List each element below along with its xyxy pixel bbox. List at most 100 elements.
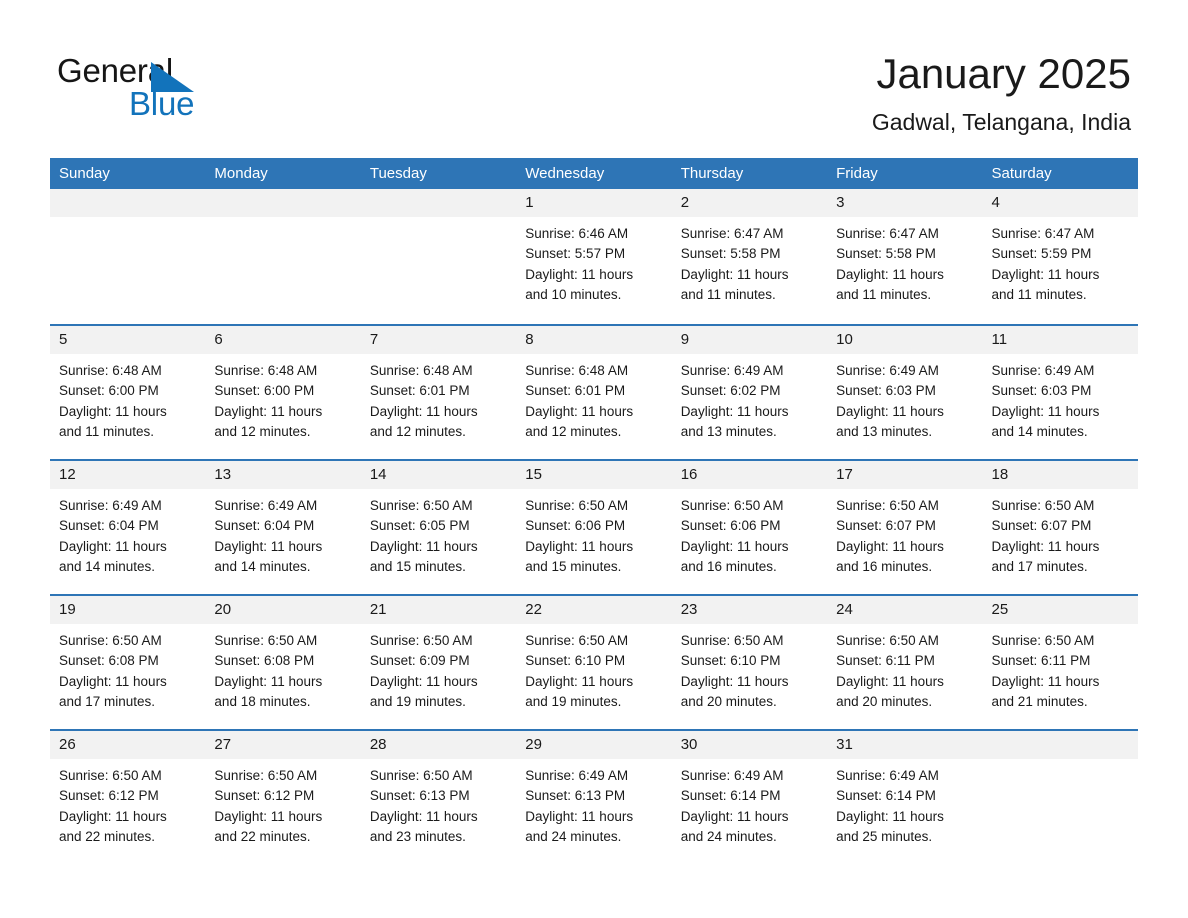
day-number: 8 <box>525 331 534 348</box>
day-info-line: and 13 minutes. <box>836 423 933 439</box>
day-sun-info: Sunrise: 6:48 AM Sunset: 6:01 PM Daylight:… <box>516 354 671 442</box>
day-number: 24 <box>836 601 853 618</box>
day-info-line: Sunset: 6:02 PM <box>680 383 781 399</box>
day-sun-info: Sunrise: 6:50 AM Sunset: 6:12 PM Daylight:… <box>50 759 205 847</box>
calendar-day-cell[interactable]: 14 Sunrise: 6:50 AM Sunset: 6:05 PM Dayligh… <box>360 461 517 594</box>
day-info-line: Sunset: 6:14 PM <box>836 788 936 804</box>
day-info-line: Sunset: 6:07 PM <box>991 518 1092 534</box>
day-info-line: Daylight: 11 hours <box>525 808 634 824</box>
calendar-day-cell[interactable]: 6 Sunrise: 6:48 AM Sunset: 6:00 PM Daylight… <box>205 326 361 459</box>
day-number: 20 <box>214 601 232 618</box>
calendar-day-cell[interactable]: 13 Sunrise: 6:49 AM Sunset: 6:04 PM Dayligh… <box>205 461 361 594</box>
day-info-line: Sunset: 6:10 PM <box>680 653 781 669</box>
calendar-day-cell[interactable]: 8 Sunrise: 6:48 AM Sunset: 6:01 PM Daylight… <box>516 326 672 459</box>
day-number-band: 25 <box>982 596 1138 624</box>
day-info-line: Sunset: 6:00 PM <box>214 383 315 399</box>
day-number: 12 <box>59 466 76 483</box>
day-info-line: Daylight: 11 hours <box>991 673 1100 689</box>
day-info-line: Daylight: 11 hours <box>991 403 1100 419</box>
day-info-line: and 19 minutes. <box>369 693 466 709</box>
day-sun-info: Sunrise: 6:48 AM Sunset: 6:00 PM Daylight:… <box>50 354 205 442</box>
day-info-line: Sunset: 6:00 PM <box>59 383 159 399</box>
calendar-day-cell[interactable]: 9 Sunrise: 6:49 AM Sunset: 6:02 PM Daylight… <box>671 326 828 459</box>
day-of-week-header-row: Sunday Monday Tuesday Wednesday Thursday Frid… <box>50 158 1138 189</box>
calendar-week-row: 19 Sunrise: 6:50 AM Sunset: 6:08 PM Dayligh… <box>50 594 1138 729</box>
day-info-line: Sunset: 6:14 PM <box>680 788 781 804</box>
day-number-band: 4 <box>982 189 1138 217</box>
day-info-line: and 18 minutes. <box>214 693 311 709</box>
day-info-line: Sunset: 5:57 PM <box>525 246 626 262</box>
day-info-line: Daylight: 11 hours <box>991 266 1100 282</box>
calendar-day-cell[interactable]: 4 Sunrise: 6:47 AM Sunset: 5:59 PM Daylight… <box>982 189 1138 324</box>
calendar-day-cell[interactable]: 5 Sunrise: 6:48 AM Sunset: 6:00 PM Daylight… <box>50 326 206 459</box>
day-of-week-header: Sunday <box>59 165 110 182</box>
day-number: 11 <box>991 331 1008 348</box>
calendar-day-cell[interactable]: 22 Sunrise: 6:50 AM Sunset: 6:10 PM Dayligh… <box>516 596 672 729</box>
calendar-day-cell[interactable]: 17 Sunrise: 6:50 AM Sunset: 6:07 PM Dayligh… <box>827 461 983 594</box>
logo-text-blue: Blue <box>129 85 195 122</box>
calendar-day-cell[interactable]: 28 Sunrise: 6:50 AM Sunset: 6:13 PM Dayligh… <box>360 731 517 864</box>
calendar-day-cell[interactable]: 18 Sunrise: 6:50 AM Sunset: 6:07 PM Dayligh… <box>982 461 1138 594</box>
calendar-day-cell[interactable]: 16 Sunrise: 6:50 AM Sunset: 6:06 PM Dayligh… <box>671 461 828 594</box>
calendar-day-cell[interactable]: 10 Sunrise: 6:49 AM Sunset: 6:03 PM Dayligh… <box>827 326 983 459</box>
day-of-week-header: Friday <box>836 165 878 182</box>
day-info-line: Sunset: 6:07 PM <box>836 518 936 534</box>
day-info-line: and 11 minutes. <box>836 286 932 302</box>
day-of-week-header: Tuesday <box>369 165 427 182</box>
day-info-line: Daylight: 11 hours <box>680 808 789 824</box>
day-number-band: 16 <box>671 461 828 489</box>
calendar-day-cell[interactable]: 30 Sunrise: 6:49 AM Sunset: 6:14 PM Dayligh… <box>671 731 828 864</box>
day-info-line: Sunset: 6:06 PM <box>680 518 781 534</box>
day-number-band: 10 <box>827 326 983 354</box>
calendar-day-cell[interactable]: 19 Sunrise: 6:50 AM Sunset: 6:08 PM Dayligh… <box>50 596 206 729</box>
day-info-line: and 19 minutes. <box>525 693 622 709</box>
day-info-line: Daylight: 11 hours <box>59 538 167 554</box>
calendar-day-cell[interactable]: 2 Sunrise: 6:47 AM Sunset: 5:58 PM Daylight… <box>671 189 828 324</box>
calendar-day-cell[interactable]: 7 Sunrise: 6:48 AM Sunset: 6:01 PM Daylight… <box>360 326 517 459</box>
calendar-day-cell[interactable]: 23 Sunrise: 6:50 AM Sunset: 6:10 PM Dayligh… <box>671 596 828 729</box>
day-number: 1 <box>525 194 534 211</box>
day-number-band: 14 <box>360 461 517 489</box>
calendar-day-cell[interactable]: 15 Sunrise: 6:50 AM Sunset: 6:06 PM Dayligh… <box>516 461 672 594</box>
day-info-line: Sunrise: 6:48 AM <box>59 363 162 378</box>
calendar-day-cell[interactable]: 31 Sunrise: 6:49 AM Sunset: 6:14 PM Dayligh… <box>827 731 983 864</box>
day-number: 31 <box>836 736 853 753</box>
location-subtitle: Gadwal, Telangana, India <box>871 109 1131 135</box>
calendar-day-cell[interactable]: 21 Sunrise: 6:50 AM Sunset: 6:09 PM Dayligh… <box>360 596 517 729</box>
day-info-line: Sunrise: 6:49 AM <box>59 498 162 513</box>
day-sun-info: Sunrise: 6:50 AM Sunset: 6:10 PM Daylight:… <box>516 624 671 712</box>
calendar-day-cell[interactable]: 24 Sunrise: 6:50 AM Sunset: 6:11 PM Dayligh… <box>827 596 983 729</box>
calendar-day-cell[interactable]: 27 Sunrise: 6:50 AM Sunset: 6:12 PM Dayligh… <box>205 731 361 864</box>
calendar-day-cell[interactable]: 11 Sunrise: 6:49 AM Sunset: 6:03 PM Dayligh… <box>982 326 1138 459</box>
day-info-line: Daylight: 11 hours <box>214 808 323 824</box>
day-number: 16 <box>680 466 698 483</box>
day-info-line: Sunset: 6:09 PM <box>369 653 470 669</box>
calendar-day-cell[interactable]: 3 Sunrise: 6:47 AM Sunset: 5:58 PM Daylight… <box>827 189 983 324</box>
calendar-day-cell[interactable]: 1 Sunrise: 6:46 AM Sunset: 5:57 PM Daylight… <box>516 189 672 324</box>
day-info-line: Daylight: 11 hours <box>59 403 167 419</box>
day-info-line: Sunrise: 6:50 AM <box>369 768 473 783</box>
day-number: 23 <box>680 601 698 618</box>
day-number-band: 31 <box>827 731 983 759</box>
day-number-band: 28 <box>360 731 517 759</box>
calendar-week-row: 1 Sunrise: 6:46 AM Sunset: 5:57 PM Daylight… <box>50 189 1138 324</box>
day-info-line: and 17 minutes. <box>991 558 1088 574</box>
day-info-line: Daylight: 11 hours <box>214 538 323 554</box>
day-number-band: 21 <box>360 596 517 624</box>
day-number-band <box>50 189 206 217</box>
day-info-line: Daylight: 11 hours <box>369 673 478 689</box>
calendar-day-cell[interactable]: 26 Sunrise: 6:50 AM Sunset: 6:12 PM Dayligh… <box>50 731 206 864</box>
calendar-day-cell[interactable]: 20 Sunrise: 6:50 AM Sunset: 6:08 PM Dayligh… <box>205 596 361 729</box>
calendar-day-cell[interactable]: 29 Sunrise: 6:49 AM Sunset: 6:13 PM Dayligh… <box>516 731 672 864</box>
calendar-day-cell[interactable]: 12 Sunrise: 6:49 AM Sunset: 6:04 PM Dayligh… <box>50 461 206 594</box>
day-info-line: Daylight: 11 hours <box>836 403 944 419</box>
general-blue-logo[interactable]: General Blue <box>57 52 317 127</box>
day-info-line: Sunset: 6:05 PM <box>369 518 470 534</box>
day-info-line: Sunset: 6:12 PM <box>59 788 159 804</box>
day-info-line: Daylight: 11 hours <box>680 403 789 419</box>
day-sun-info: Sunrise: 6:50 AM Sunset: 6:06 PM Daylight:… <box>516 489 671 577</box>
calendar-weeks: 1 Sunrise: 6:46 AM Sunset: 5:57 PM Daylight… <box>50 189 1138 864</box>
day-info-line: and 15 minutes. <box>369 558 466 574</box>
calendar-day-cell[interactable]: 25 Sunrise: 6:50 AM Sunset: 6:11 PM Dayligh… <box>982 596 1138 729</box>
day-info-line: Sunset: 6:04 PM <box>214 518 315 534</box>
